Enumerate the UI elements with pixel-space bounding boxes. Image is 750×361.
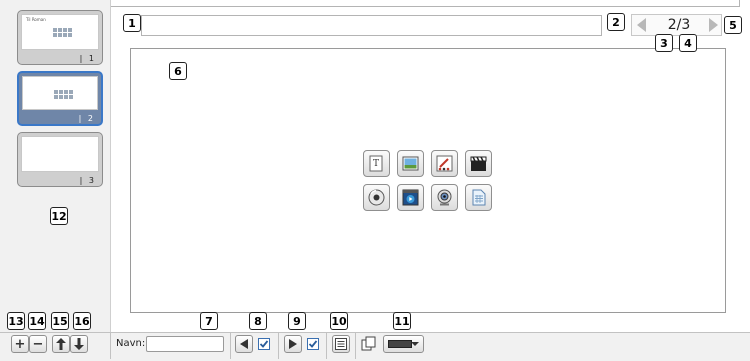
slide-thumbnail-icons [54,90,74,99]
slide-thumbnail-page: Til Roman [21,14,99,50]
callout-9: 9 [288,312,306,330]
toolbar-divider [278,333,279,359]
callout-16: 16 [73,312,91,330]
callout-13: 13 [7,312,25,330]
previous-slide-checkbox[interactable] [258,338,270,350]
callout-2: 2 [607,13,625,31]
callout-15: 15 [51,312,69,330]
callout-1: 1 [123,14,141,32]
image-icon[interactable] [397,150,424,177]
callout-3: 3 [655,34,673,52]
next-slide-arrow-icon[interactable] [709,18,718,32]
background-color-dropdown[interactable] [383,335,424,353]
slide-list-button[interactable] [332,335,350,353]
callout-4: 4 [679,34,697,52]
video-clapper-icon[interactable] [465,150,492,177]
audio-icon[interactable] [363,184,390,211]
slide-thumbnail-page [21,136,99,172]
slide-thumbnail-page [22,76,98,110]
move-slide-up-button[interactable] [52,335,70,353]
remove-slide-button[interactable]: − [29,335,47,353]
toolbar-divider [110,333,111,359]
arrow-up-icon [56,338,66,350]
media-player-icon[interactable] [397,184,424,211]
slide-navigator: 2/3 [631,14,722,36]
callout-14: 14 [28,312,46,330]
list-icon [335,338,347,350]
previous-slide-arrow-icon[interactable] [637,18,646,32]
slide-thumbnail-icons [53,28,73,37]
webcam-icon[interactable] [431,184,458,211]
toolbar-divider [326,333,327,359]
triangle-right-icon [289,339,297,349]
slide-thumbnail-title: Til Roman [26,17,46,22]
previous-slide-button[interactable] [235,335,253,353]
callout-8: 8 [249,312,267,330]
next-slide-checkbox[interactable] [307,338,319,350]
slide-thumbnail-2[interactable]: | 2 [17,71,103,126]
callout-10: 10 [330,312,348,330]
callout-5: 5 [724,16,742,34]
page-indicator: 2/3 [667,17,691,33]
slide-thumbnail-3[interactable]: | 3 [17,132,103,187]
slide-name-input[interactable] [146,336,224,352]
color-swatch [388,340,412,348]
callout-11: 11 [393,312,411,330]
copy-slide-button[interactable] [360,335,378,353]
checkmark-icon [259,340,269,348]
name-label: Navn: [116,338,146,349]
callout-7: 7 [200,312,218,330]
slide-thumbnail-number: | 3 [79,176,96,185]
add-slide-button[interactable]: + [11,335,29,353]
slide-thumbnail-number: | 2 [78,114,95,123]
arrow-down-icon [74,338,84,350]
slide-thumbnail-1[interactable]: Til Roman | 1 [17,10,103,65]
move-slide-down-button[interactable] [70,335,88,353]
next-slide-button[interactable] [284,335,302,353]
svg-text:T: T [373,159,379,169]
triangle-left-icon [240,339,248,349]
checkmark-icon [308,340,318,348]
callout-12: 12 [50,207,68,225]
document-icon[interactable] [465,184,492,211]
copy-icon [361,336,376,351]
top-frame-line [110,0,740,7]
toolbar-divider [355,333,356,359]
slide-thumbnail-number: | 1 [79,54,96,63]
text-icon[interactable]: T [363,150,390,177]
callout-6: 6 [169,62,187,80]
chevron-down-icon [411,342,419,346]
toolbar-divider [230,333,231,359]
slide-title-input[interactable] [141,15,602,36]
drawing-icon[interactable] [431,150,458,177]
insert-content-icons: T [363,150,495,211]
